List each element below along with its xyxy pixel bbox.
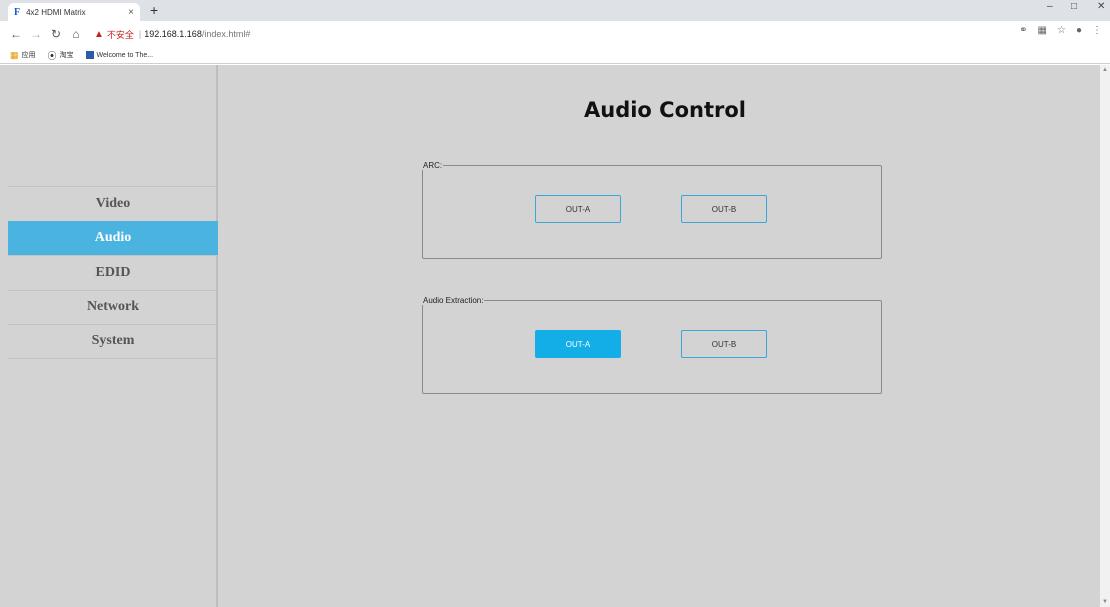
apps-grid-icon: ▦ (10, 49, 19, 60)
reload-icon[interactable]: ↻ (48, 27, 64, 41)
tab-close-icon[interactable]: × (128, 7, 134, 18)
sidebar-item-system[interactable]: System (8, 324, 218, 359)
minimize-icon[interactable]: – (1047, 1, 1053, 12)
arc-group: ARC: OUT-A OUT-B (422, 161, 882, 259)
bookmark-apps[interactable]: ▦ 应用 (10, 50, 36, 61)
new-tab-button[interactable]: + (150, 2, 158, 18)
site-icon (85, 51, 94, 59)
key-icon[interactable]: ⚭ (1019, 25, 1027, 36)
forward-icon[interactable]: → (28, 27, 44, 41)
close-window-icon[interactable]: ✕ (1097, 1, 1105, 12)
maximize-icon[interactable]: □ (1071, 1, 1077, 12)
toolbar-icons: ⚭ ▦ ☆ ● ⋮ (1019, 25, 1102, 36)
scroll-down-icon[interactable]: ▼ (1102, 599, 1108, 605)
arc-out-a-button[interactable]: OUT-A (535, 195, 621, 223)
audio-extraction-group: Audio Extraction: OUT-A OUT-B (422, 296, 882, 394)
security-indicator[interactable]: ▲ 不安全 (94, 28, 134, 41)
bookmark-label: 应用 (21, 52, 36, 59)
menu-icon[interactable]: ⋮ (1092, 25, 1102, 36)
browser-tab[interactable]: F 4x2 HDMI Matrix × (8, 3, 140, 21)
scroll-up-icon[interactable]: ▲ (1102, 67, 1108, 73)
sidebar-item-network[interactable]: Network (8, 289, 218, 325)
translate-icon[interactable]: ▦ (1038, 25, 1047, 36)
security-label: 不安全 (106, 29, 134, 40)
address-bar: ← → ↻ ⌂ ▲ 不安全 | 192.168.1.168/index.html#… (0, 21, 1110, 47)
url-field[interactable]: | 192.168.1.168/index.html# (136, 29, 250, 39)
sidebar-item-audio[interactable]: Audio (8, 220, 218, 255)
sidebar-nav: Video Audio EDID Network System (8, 186, 218, 359)
audio-extraction-legend: Audio Extraction: (423, 296, 484, 305)
arc-legend: ARC: (423, 161, 443, 170)
page-title: Audio Control (584, 98, 746, 122)
sidebar-item-edid[interactable]: EDID (8, 255, 218, 290)
arc-out-b-button[interactable]: OUT-B (681, 195, 767, 223)
favicon-icon: F (14, 6, 21, 18)
url-path: /index.html# (201, 29, 251, 39)
bookmark-label: 淘宝 (59, 52, 74, 59)
tab-title: 4x2 HDMI Matrix (26, 7, 86, 17)
tab-strip: F 4x2 HDMI Matrix × + – □ ✕ (0, 0, 1110, 21)
page-content: Video Audio EDID Network System Audio Co… (0, 65, 1110, 607)
extraction-out-a-button[interactable]: OUT-A (535, 330, 621, 358)
home-icon[interactable]: ⌂ (68, 27, 84, 41)
star-icon[interactable]: ☆ (1057, 25, 1066, 36)
warning-icon: ▲ (94, 28, 104, 40)
profile-icon[interactable]: ● (1076, 25, 1082, 36)
back-icon[interactable]: ← (8, 27, 24, 41)
bookmark-taobao[interactable]: ⦿ 淘宝 (48, 49, 74, 62)
bookmark-welcome[interactable]: Welcome to The... (85, 51, 154, 59)
url-host: 192.168.1.168 (144, 29, 202, 39)
vertical-scrollbar[interactable]: ▲ ▼ (1100, 65, 1110, 607)
compass-icon: ⦿ (47, 50, 57, 61)
extraction-out-b-button[interactable]: OUT-B (681, 330, 767, 358)
bookmark-label: Welcome to The... (96, 51, 154, 59)
url-separator: | (138, 29, 142, 39)
bookmarks-bar: ▦ 应用 ⦿ 淘宝 Welcome to The... (0, 47, 1110, 64)
sidebar: Video Audio EDID Network System (8, 65, 218, 607)
sidebar-item-video[interactable]: Video (8, 186, 218, 221)
